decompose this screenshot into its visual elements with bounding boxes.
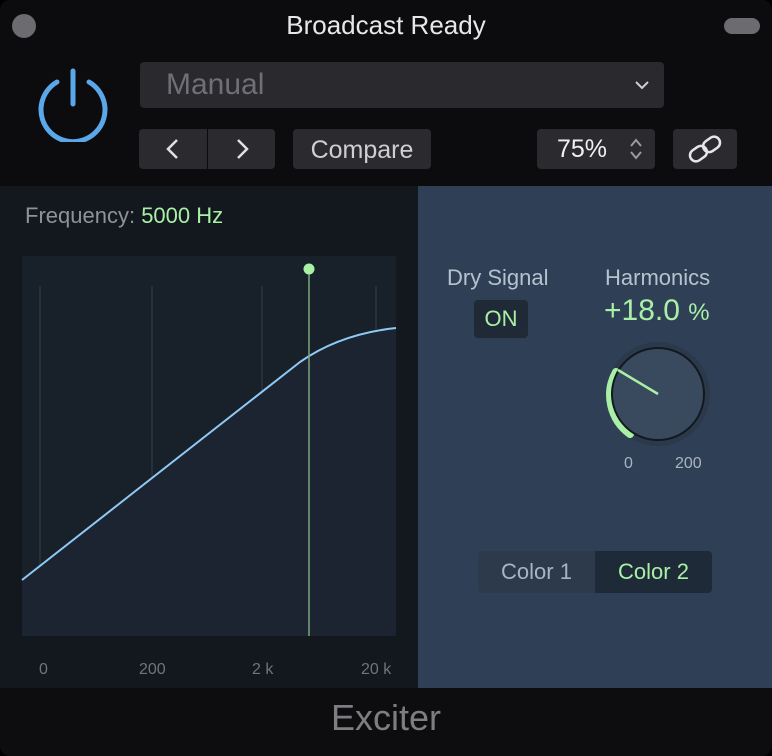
link-icon — [688, 135, 722, 163]
x-tick-label: 20 k — [361, 661, 392, 678]
compare-button[interactable]: Compare — [293, 129, 431, 169]
compare-label: Compare — [310, 136, 414, 164]
preset-dropdown[interactable]: Manual — [140, 62, 664, 108]
x-tick-label: 0 — [39, 661, 48, 678]
controls-panel — [418, 186, 772, 688]
zoom-stepper[interactable]: 75% — [537, 129, 655, 169]
previous-preset-button[interactable] — [139, 129, 207, 169]
zoom-value: 75% — [557, 135, 608, 163]
color-2-button[interactable]: Color 2 — [595, 551, 712, 593]
dry-signal-label: Dry Signal — [447, 265, 549, 290]
harmonics-readout[interactable]: +18.0 % — [604, 294, 710, 328]
power-button[interactable] — [36, 68, 110, 145]
next-preset-button[interactable] — [208, 129, 275, 169]
harmonics-unit: % — [688, 299, 710, 326]
color-segmented-control: Color 1 Color 2 — [478, 551, 712, 593]
color-1-button[interactable]: Color 1 — [478, 551, 595, 593]
plugin-window: Broadcast Ready Manual Compare 75% Frequ… — [0, 0, 772, 756]
window-title: Broadcast Ready — [286, 10, 486, 40]
knob-max-label: 200 — [675, 455, 702, 472]
power-icon — [38, 68, 108, 145]
link-button[interactable] — [673, 129, 737, 169]
chevron-right-icon — [237, 139, 249, 159]
frequency-handle[interactable] — [303, 263, 315, 275]
x-tick-label: 200 — [139, 661, 166, 678]
dry-signal-toggle[interactable]: ON — [474, 300, 528, 338]
chevron-left-icon — [166, 139, 178, 159]
chevron-down-icon — [635, 81, 649, 90]
harmonics-value: +18.0 — [604, 294, 680, 327]
x-tick-label: 2 k — [252, 661, 274, 678]
harmonics-knob[interactable] — [598, 336, 718, 456]
knob-min-label: 0 — [624, 455, 633, 472]
harmonics-label: Harmonics — [605, 265, 711, 290]
plugin-name: Exciter — [330, 697, 442, 738]
preset-label: Manual — [166, 68, 265, 101]
frequency-curve-graph[interactable] — [0, 186, 418, 688]
up-down-arrows-icon — [630, 138, 642, 160]
